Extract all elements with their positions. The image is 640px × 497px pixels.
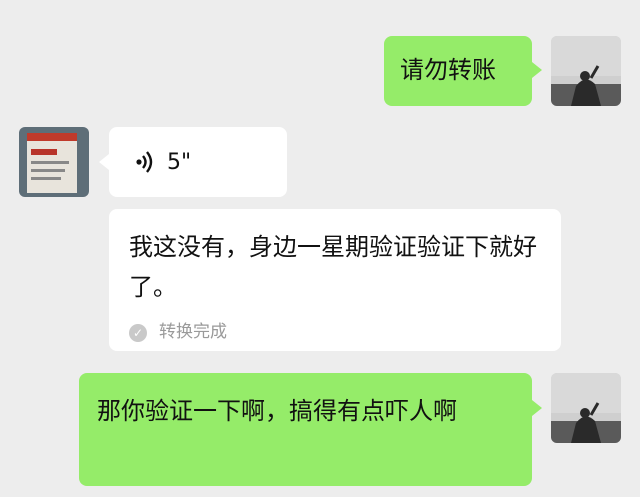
outgoing-message-bubble[interactable]: 请勿转账 bbox=[384, 36, 532, 106]
chat-window: 请勿转账 5" 我这没有，身边一星期验证验证下就好了。 ✓ 转换完成 那你验证一… bbox=[0, 0, 640, 497]
message-text: 那你验证一下啊，搞得有点吓人啊 bbox=[97, 397, 457, 425]
voice-duration: 5" bbox=[167, 149, 192, 175]
message-text: 请勿转账 bbox=[400, 56, 496, 84]
bubble-tail bbox=[99, 154, 109, 170]
my-avatar[interactable] bbox=[551, 36, 621, 106]
voice-transcript-box[interactable]: 我这没有，身边一星期验证验证下就好了。 ✓ 转换完成 bbox=[109, 209, 561, 351]
conversion-status: ✓ 转换完成 bbox=[109, 313, 561, 352]
voice-wave-icon bbox=[136, 151, 153, 173]
check-circle-icon: ✓ bbox=[129, 323, 147, 342]
bubble-tail bbox=[532, 62, 542, 78]
transcript-text: 我这没有，身边一星期验证验证下就好了。 bbox=[129, 233, 537, 301]
voice-message-bubble[interactable]: 5" bbox=[109, 127, 287, 197]
my-avatar[interactable] bbox=[551, 373, 621, 443]
contact-avatar[interactable] bbox=[19, 127, 89, 197]
bubble-tail bbox=[532, 400, 542, 416]
outgoing-message-bubble[interactable]: 那你验证一下啊，搞得有点吓人啊 bbox=[79, 373, 532, 486]
conversion-status-text: 转换完成 bbox=[159, 322, 227, 342]
